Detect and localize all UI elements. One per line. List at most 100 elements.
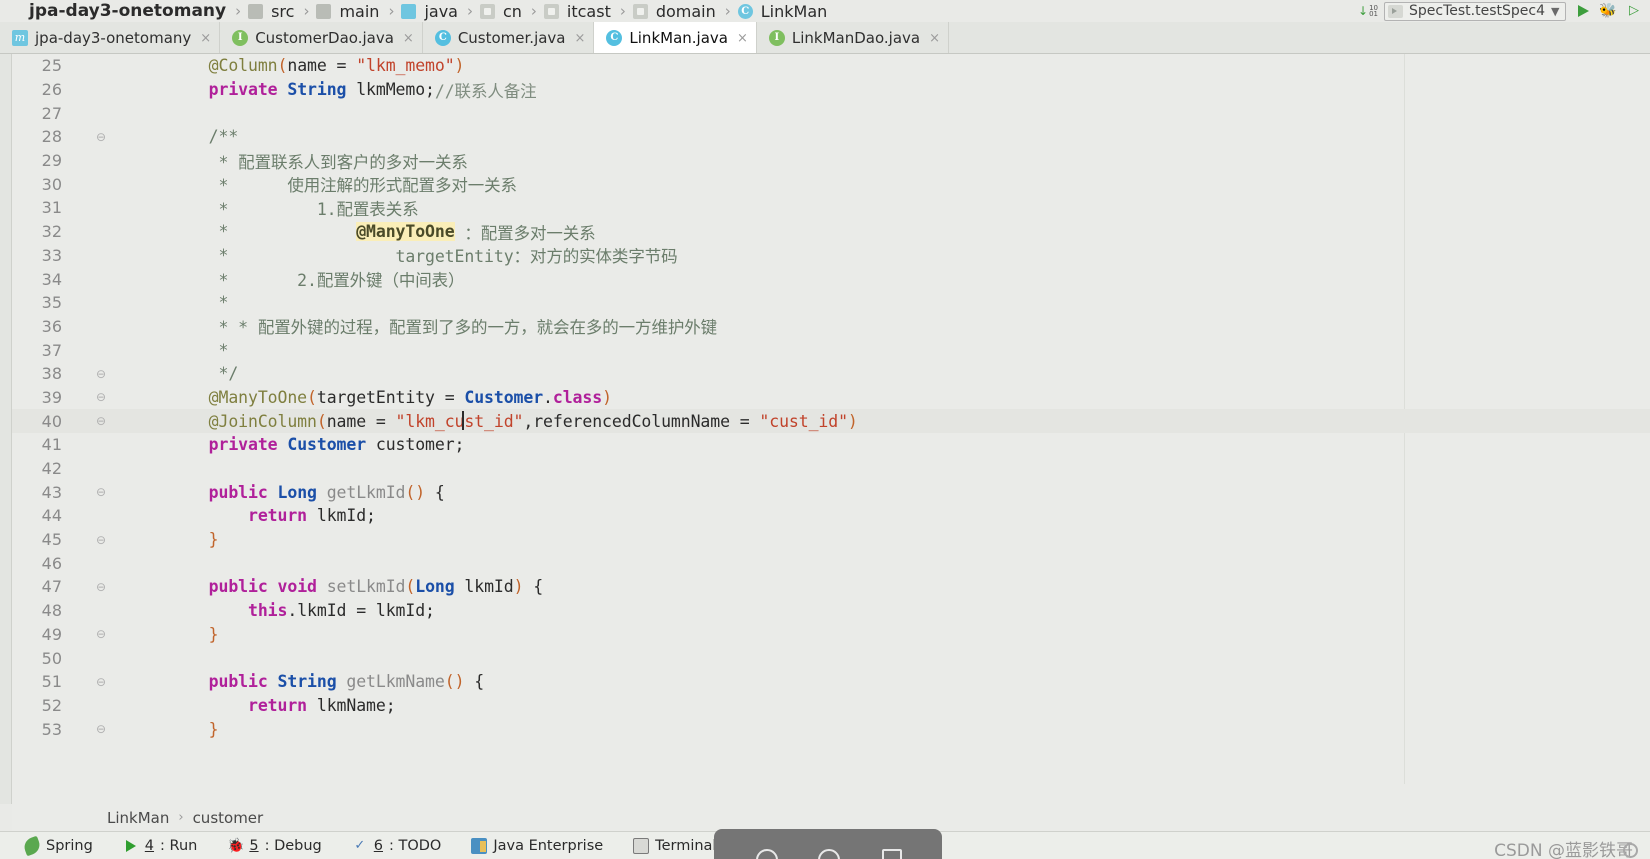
chevron-down-icon: ▼	[1550, 4, 1560, 18]
code-line[interactable]: 51 ⊖ public String getLkmName() {	[12, 670, 1650, 694]
code-line[interactable]: 39 ⊖ @ManyToOne(targetEntity = Customer. c…	[12, 386, 1650, 410]
code-token: @ManyToOne	[356, 222, 455, 242]
breadcrumb-item-jpa-day3-onetomany[interactable]: jpa-day3-onetomany	[6, 0, 228, 22]
editor-tab-linkman-java[interactable]: C LinkMan.java ×	[594, 22, 757, 53]
breadcrumb-item-src[interactable]: src	[248, 0, 296, 22]
line-number: 40	[41, 411, 62, 431]
code-token: */	[130, 364, 239, 384]
editor-tab-linkmandao-java[interactable]: I LinkManDao.java ×	[757, 22, 949, 53]
debug-button[interactable]: 🐝	[1598, 1, 1618, 21]
tool-window-button-terminal[interactable]: Terminal	[633, 837, 716, 854]
code-line[interactable]: 25 @Column(name = "lkm_memo")	[12, 54, 1650, 78]
fold-marker-icon[interactable]: ⊖	[94, 580, 108, 594]
code-token: //联系人备注	[434, 81, 537, 101]
structure-breadcrumb[interactable]: LinkMan › customer	[12, 804, 1650, 831]
code-line[interactable]: 33 * targetEntity：对方的实体类字节码	[12, 244, 1650, 268]
editor-tab-jpa-day3-onetomany[interactable]: m jpa-day3-onetomany ×	[0, 22, 221, 53]
structure-breadcrumb-item[interactable]: customer	[193, 809, 264, 827]
code-line[interactable]: 53 ⊖ }	[12, 717, 1650, 741]
editor-tab-customer-java[interactable]: C Customer.java ×	[423, 22, 595, 53]
line-number: 52	[41, 695, 62, 715]
code-line[interactable]: 28 ⊖ /**	[12, 125, 1650, 149]
code-text: *	[130, 338, 229, 362]
fold-marker-icon[interactable]: ⊖	[94, 722, 108, 736]
code-line[interactable]: 48 this .lkmId = lkmId;	[12, 599, 1650, 623]
android-back-icon	[818, 849, 840, 859]
tool-window-button-debug[interactable]: 🐞 5: Debug	[227, 838, 321, 854]
code-line[interactable]: 45 ⊖ }	[12, 528, 1650, 552]
code-line[interactable]: 29 * 配置联系人到客户的多对一关系	[12, 149, 1650, 173]
breadcrumb-item-linkman[interactable]: C LinkMan	[737, 0, 830, 22]
editor-tab-customerdao-java[interactable]: I CustomerDao.java ×	[220, 22, 423, 53]
code-line[interactable]: 36 * * 配置外键的过程，配置到了多的一方，就会在多的一方维护外键	[12, 315, 1650, 339]
breadcrumb-item-cn[interactable]: cn	[479, 0, 524, 22]
code-lines: 25 @Column(name = "lkm_memo") 26 private …	[12, 54, 1650, 741]
structure-breadcrumb-item[interactable]: LinkMan	[107, 809, 169, 827]
line-number: 41	[41, 435, 62, 455]
fold-marker-icon[interactable]: ⊖	[94, 390, 108, 404]
run-button[interactable]	[1572, 1, 1592, 21]
code-token: *	[130, 222, 357, 242]
tool-window-button-javaenterprise[interactable]: Java Enterprise	[471, 837, 603, 854]
breadcrumb-item-label: src	[271, 1, 295, 21]
close-icon[interactable]: ×	[575, 31, 586, 46]
close-icon[interactable]: ×	[403, 31, 414, 46]
code-editor[interactable]: 25 @Column(name = "lkm_memo") 26 private …	[12, 54, 1650, 804]
line-number: 46	[41, 553, 62, 573]
code-line[interactable]: 43 ⊖ public Long getLkmId() {	[12, 480, 1650, 504]
code-line[interactable]: 32 * @ManyToOne ：配置多对一关系	[12, 220, 1650, 244]
code-line[interactable]: 40 ⊖ @JoinColumn(name = "lkm_cust_id" ,ref…	[12, 409, 1650, 433]
code-token: getLkmName	[346, 672, 445, 692]
line-number: 45	[41, 530, 62, 550]
code-token: )	[454, 56, 465, 76]
code-line[interactable]: 31 * 1.配置表关系	[12, 196, 1650, 220]
close-icon[interactable]: ×	[929, 31, 940, 46]
tool-window-button-todo[interactable]: ✓ 6: TODO	[352, 838, 441, 854]
tool-window-button-run[interactable]: 4: Run	[123, 838, 197, 854]
code-line[interactable]: 44 return lkmId;	[12, 504, 1650, 528]
code-line[interactable]: 41 private Customer customer;	[12, 433, 1650, 457]
close-icon[interactable]: ×	[200, 31, 211, 46]
breadcrumb-item-java[interactable]: java	[401, 0, 460, 22]
fold-marker-icon[interactable]: ⊖	[94, 675, 108, 689]
line-number: 25	[41, 56, 62, 76]
fold-marker-icon[interactable]: ⊖	[94, 533, 108, 547]
class-icon: C	[737, 3, 753, 19]
breadcrumb-item-main[interactable]: main	[316, 0, 381, 22]
watermark: CSDN @蓝影铁哥	[1494, 836, 1638, 859]
code-line[interactable]: 37 *	[12, 338, 1650, 362]
code-text: this .lkmId = lkmId;	[130, 599, 435, 623]
fold-marker-icon[interactable]: ⊖	[94, 130, 108, 144]
fold-marker-icon[interactable]: ⊖	[94, 627, 108, 641]
code-line[interactable]: 27	[12, 101, 1650, 125]
close-icon[interactable]: ×	[737, 31, 748, 46]
code-line[interactable]: 34 * 2.配置外键（中间表）	[12, 267, 1650, 291]
code-token: }	[130, 624, 219, 644]
breadcrumb-item-itcast[interactable]: itcast	[543, 0, 613, 22]
code-line[interactable]: 49 ⊖ }	[12, 623, 1650, 647]
breadcrumb-item-domain[interactable]: domain	[632, 0, 718, 22]
code-line[interactable]: 42	[12, 457, 1650, 481]
code-line[interactable]: 46	[12, 551, 1650, 575]
fold-marker-icon[interactable]: ⊖	[94, 367, 108, 381]
fold-marker-icon[interactable]: ⊖	[94, 485, 108, 499]
run-configuration-selector[interactable]: SpecTest.testSpec4 ▼	[1384, 1, 1566, 21]
run-with-coverage-button[interactable]: ▷	[1624, 1, 1644, 21]
code-token: public	[208, 482, 268, 502]
code-line[interactable]: 50	[12, 646, 1650, 670]
code-line[interactable]: 30 * 使用注解的形式配置多对一关系	[12, 172, 1650, 196]
fold-marker-icon[interactable]: ⊖	[94, 414, 108, 428]
code-line[interactable]: 47 ⊖ public void setLkmId(Long lkmId) {	[12, 575, 1650, 599]
code-line[interactable]: 35 *	[12, 291, 1650, 315]
code-line[interactable]: 26 private String lkmMemo;//联系人备注	[12, 78, 1650, 102]
source-folder-icon	[401, 3, 417, 19]
breadcrumb: jpa-day3-onetomany › src › main › java › cn › itca…	[6, 0, 829, 22]
code-line[interactable]: 52 return lkmName;	[12, 694, 1650, 718]
tool-window-button-spring[interactable]: Spring	[21, 835, 93, 856]
code-line[interactable]: 38 ⊖ */	[12, 362, 1650, 386]
code-token: @Column	[208, 56, 278, 76]
